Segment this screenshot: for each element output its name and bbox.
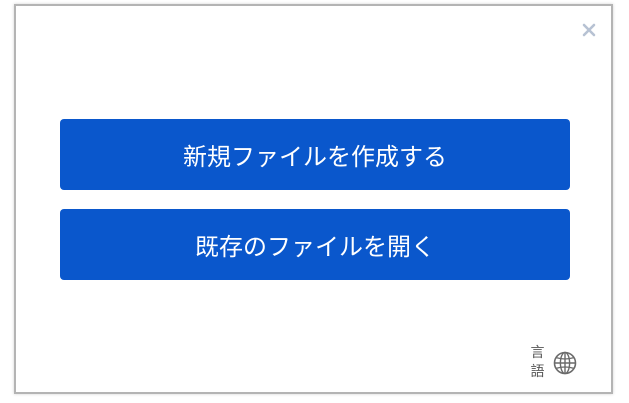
start-dialog: 新規ファイルを作成する 既存のファイルを開く 言語	[14, 4, 613, 394]
close-button[interactable]	[579, 20, 599, 40]
open-file-button[interactable]: 既存のファイルを開く	[60, 209, 570, 280]
new-file-button[interactable]: 新規ファイルを作成する	[60, 119, 570, 190]
globe-icon	[553, 351, 577, 375]
language-label: 言語	[530, 345, 545, 380]
close-icon	[582, 23, 596, 37]
language-selector[interactable]: 言語	[530, 344, 577, 382]
